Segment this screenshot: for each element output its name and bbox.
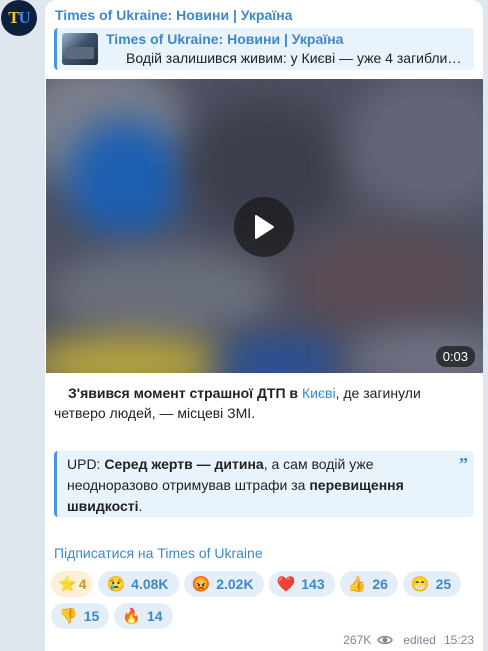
reaction-count: 143 [301,576,325,592]
reaction-fire[interactable]: 🔥 14 [114,603,173,629]
blockquote: UPD: Серед жертв — дитина, а сам водій у… [54,451,474,517]
reaction-count: 2.02K [216,576,254,592]
reply-title: Times of Ukraine: Новини | Україна [106,31,344,47]
reaction-count: 4 [78,576,87,592]
caption-bold-text: З'явився момент страшної ДТП в [68,385,302,401]
caption-link[interactable]: Києві [302,385,336,401]
message-time: 15:23 [443,633,474,647]
angry-face-icon: 😡 [191,576,211,593]
reply-text: Водій залишився живим: у Києві — уже 4 з… [126,50,468,66]
reactions-row-2: 👎 15 🔥 14 [51,603,481,629]
crying-face-icon: 😢 [106,576,126,593]
reaction-thumbs-up[interactable]: 👍 26 [339,571,398,597]
subscribe-link[interactable]: Підписатися на Times of Ukraine [54,545,263,561]
quote-suffix: . [138,498,143,514]
reply-preview[interactable]: Times of Ukraine: Новини | Україна Водій… [54,28,474,70]
view-count: 267K [343,633,372,647]
message-footer: 267K edited 15:23 [343,633,474,647]
fire-icon: 🔥 [122,608,141,625]
reaction-count: 14 [146,608,163,624]
message-bubble: Times of Ukraine: Новини | Україна Times… [45,0,483,651]
avatar-letter-t: T [8,8,19,27]
message-caption: З'явився момент страшної ДТП в Києві, де… [54,383,474,423]
quote-bold-1: Серед жертв — дитина [104,456,264,472]
video-player[interactable]: 0:03 [46,79,483,373]
reaction-angry[interactable]: 😡 2.02K [183,571,264,597]
play-icon [255,215,274,239]
thumbs-up-icon: 👍 [347,576,367,593]
video-duration: 0:03 [435,346,475,367]
reactions-row-1: ⭐ 4 😢 4.08K 😡 2.02K ❤️ 143 👍 26 😁 25 [51,571,481,597]
reply-thumbnail [62,33,98,65]
reaction-count: 15 [83,608,100,624]
reaction-grinning[interactable]: 😁 25 [402,571,462,597]
reactions-bar: ⭐ 4 😢 4.08K 😡 2.02K ❤️ 143 👍 26 😁 25 👎 15 🔥 14 [51,571,481,635]
quote-prefix: UPD: [67,456,105,472]
channel-name[interactable]: Times of Ukraine: Новини | Україна [55,7,292,23]
grinning-face-icon: 😁 [410,576,430,593]
reaction-heart[interactable]: ❤️ 143 [268,571,335,597]
reaction-crying[interactable]: 😢 4.08K [98,571,179,597]
thumbs-down-icon: 👎 [59,608,78,625]
reaction-count: 26 [372,576,388,592]
reaction-thumbs-down[interactable]: 👎 15 [51,603,110,629]
channel-avatar[interactable]: TU [1,0,37,36]
reaction-count: 25 [435,576,452,592]
star-icon: ⭐ [58,576,77,593]
edited-label: edited [403,633,436,647]
heart-icon: ❤️ [276,576,296,593]
reaction-count: 4.08K [131,576,169,592]
avatar-letter-u: U [18,8,31,27]
play-button[interactable] [234,197,294,257]
eye-icon [377,635,394,645]
reaction-star[interactable]: ⭐ 4 [51,571,94,597]
quote-mark-icon: ” [459,454,468,474]
